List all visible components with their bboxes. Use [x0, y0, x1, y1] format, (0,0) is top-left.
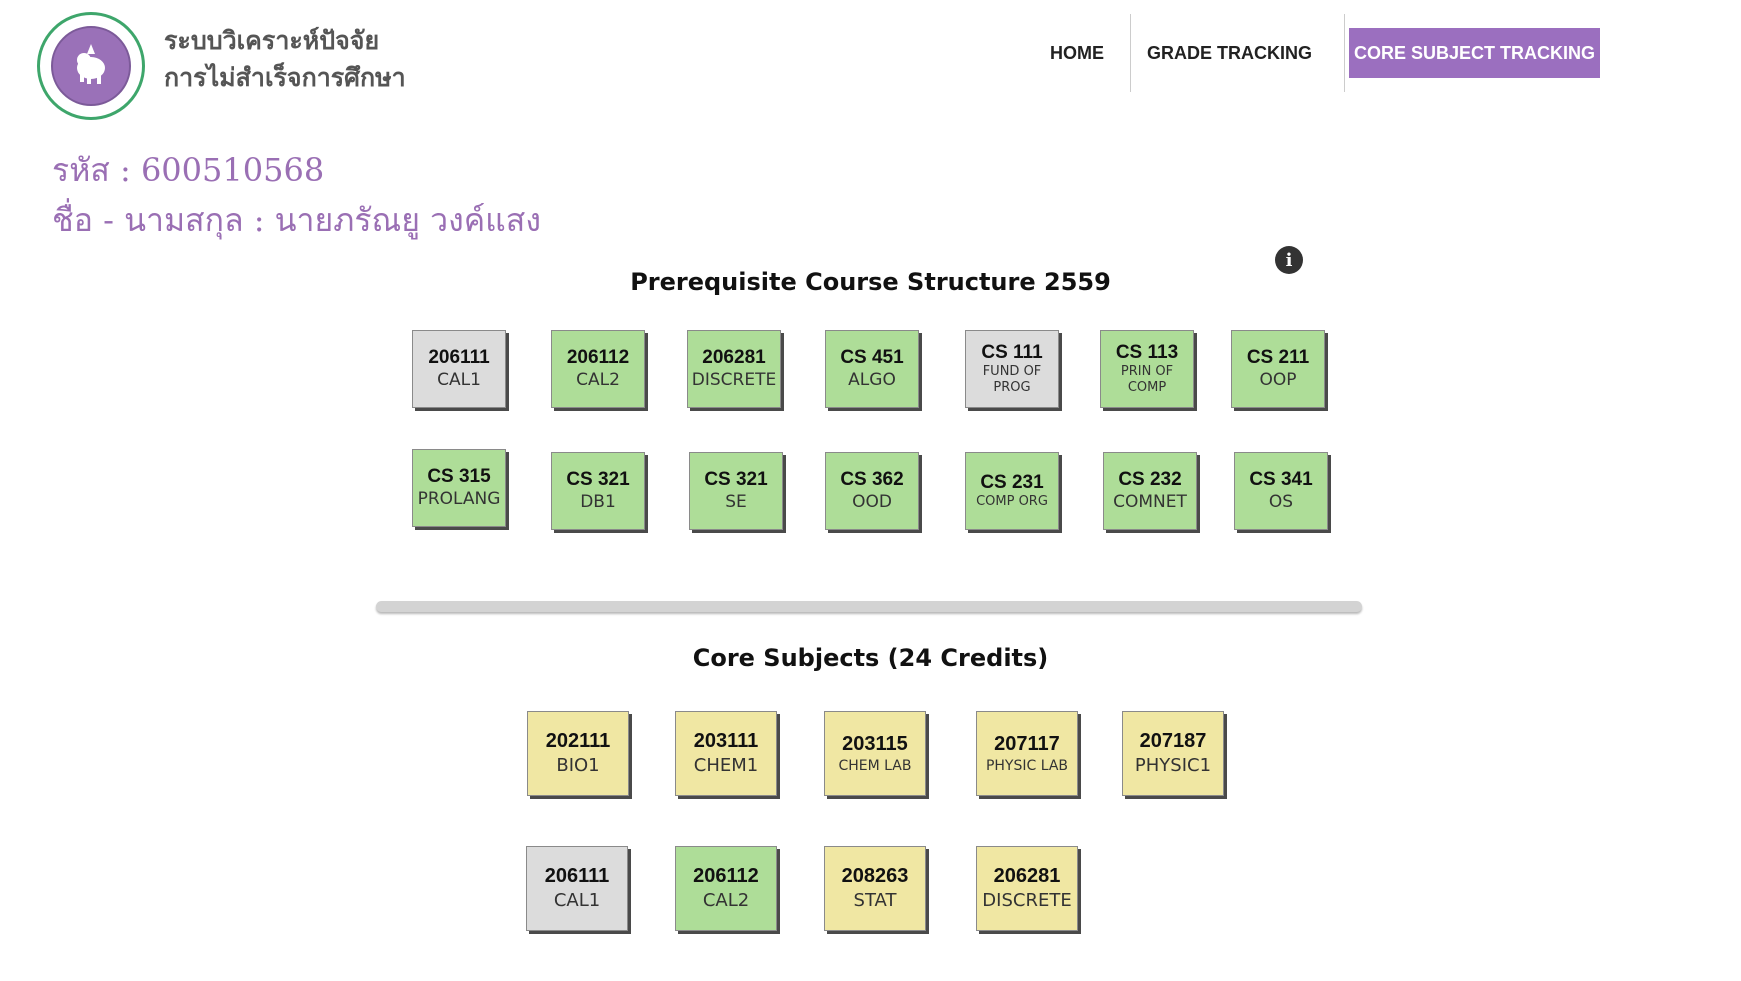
course-code: CS 321: [704, 469, 768, 490]
course-code: 206111: [428, 347, 490, 368]
course-code: 206281: [993, 865, 1061, 887]
course-box-cs321-se[interactable]: CS 321 SE: [689, 452, 783, 530]
prerequisite-title: Prerequisite Course Structure 2559: [630, 268, 1111, 296]
course-name: DB1: [580, 492, 616, 512]
course-code: CS 451: [840, 347, 904, 368]
nav-divider: [1344, 14, 1345, 92]
course-name-line2: COMP: [1127, 380, 1167, 395]
course-name: STAT: [853, 890, 897, 911]
course-code: CS 111: [981, 342, 1043, 363]
course-code: CS 362: [840, 469, 904, 490]
core-box-206111[interactable]: 206111 CAL1: [526, 846, 628, 931]
site-title-line1: ระบบวิเคราะห์ปัจจัย: [164, 26, 380, 55]
course-code: 203115: [842, 733, 908, 755]
course-code: 206111: [544, 865, 610, 887]
course-code: CS 315: [427, 466, 491, 487]
course-box-cs113[interactable]: CS 113 PRIN OF COMP: [1100, 330, 1194, 408]
course-code: 207117: [994, 733, 1060, 755]
course-name: COMP ORG: [976, 494, 1048, 509]
course-box-cs451[interactable]: CS 451 ALGO: [825, 330, 919, 408]
course-code: CS 341: [1249, 469, 1313, 490]
course-box-cs321-db1[interactable]: CS 321 DB1: [551, 452, 645, 530]
course-name-line1: PRIN OF: [1120, 364, 1174, 379]
course-name: SE: [725, 492, 747, 512]
course-name-line1: FUND OF: [982, 364, 1042, 379]
course-box-cs362[interactable]: CS 362 OOD: [825, 452, 919, 530]
course-name: DISCRETE: [691, 370, 777, 390]
course-box-cs111[interactable]: CS 111 FUND OF PROG: [965, 330, 1059, 408]
course-name: PHYSIC LAB: [985, 758, 1069, 774]
course-name: OOD: [852, 492, 892, 512]
nav-home[interactable]: HOME: [1030, 43, 1130, 64]
course-name-line2: PROG: [993, 380, 1031, 395]
nav-grade-tracking[interactable]: GRADE TRACKING: [1131, 43, 1344, 64]
course-code: CS 113: [1115, 342, 1179, 363]
course-name: CAL2: [702, 890, 750, 911]
course-code: 206112: [693, 865, 759, 887]
course-box-206111[interactable]: 206111 CAL1: [412, 330, 506, 408]
course-name: DISCRETE: [982, 890, 1072, 911]
course-name: OOP: [1259, 370, 1297, 390]
course-name: PHYSIC1: [1134, 755, 1212, 776]
site-title: ระบบวิเคราะห์ปัจจัย การไม่สำเร็จการศึกษา: [164, 22, 406, 96]
core-box-207117[interactable]: 207117 PHYSIC LAB: [976, 711, 1078, 796]
core-box-203115[interactable]: 203115 CHEM LAB: [824, 711, 926, 796]
course-code: 208263: [841, 865, 909, 887]
course-box-cs341[interactable]: CS 341 OS: [1234, 452, 1328, 530]
course-code: 206281: [702, 347, 766, 368]
course-box-cs231[interactable]: CS 231 COMP ORG: [965, 452, 1059, 530]
course-name: ALGO: [848, 370, 896, 390]
top-nav: HOME GRADE TRACKING CORE SUBJECT TRACKIN…: [1030, 14, 1600, 92]
student-info: รหัส : 600510568 ชื่อ - นามสกุล : นายภรั…: [52, 145, 541, 245]
course-code: CS 231: [980, 472, 1044, 493]
info-icon[interactable]: i: [1275, 246, 1303, 274]
student-id: รหัส : 600510568: [52, 151, 325, 189]
course-box-206112[interactable]: 206112 CAL2: [551, 330, 645, 408]
core-box-202111[interactable]: 202111 BIO1: [527, 711, 629, 796]
course-name: CAL1: [437, 370, 481, 390]
course-name: BIO1: [556, 755, 600, 776]
course-code: CS 211: [1246, 347, 1310, 368]
core-box-207187[interactable]: 207187 PHYSIC1: [1122, 711, 1224, 796]
course-code: 203111: [693, 730, 759, 752]
core-title: Core Subjects (24 Credits): [692, 644, 1049, 672]
student-name: ชื่อ - นามสกุล : นายภรัณยู วงค์แสง: [52, 201, 541, 239]
course-code: CS 232: [1118, 469, 1182, 490]
course-name: CAL2: [576, 370, 620, 390]
elephant-emblem-icon: [51, 26, 131, 106]
site-title-line2: การไม่สำเร็จการศึกษา: [164, 63, 406, 92]
section-divider: [376, 601, 1362, 612]
course-code: 206112: [566, 347, 630, 368]
nav-core-subject-tracking[interactable]: CORE SUBJECT TRACKING: [1349, 28, 1600, 78]
course-name: CHEM LAB: [838, 758, 912, 774]
course-name: CHEM1: [693, 755, 759, 776]
course-code: 202111: [545, 730, 611, 752]
course-box-cs232[interactable]: CS 232 COMNET: [1103, 452, 1197, 530]
course-name: COMNET: [1113, 492, 1187, 512]
course-name: OS: [1268, 492, 1294, 512]
course-box-cs315[interactable]: CS 315 PROLANG: [412, 449, 506, 527]
core-box-208263[interactable]: 208263 STAT: [824, 846, 926, 931]
core-box-203111[interactable]: 203111 CHEM1: [675, 711, 777, 796]
course-name: CAL1: [553, 890, 601, 911]
course-name: PROLANG: [417, 489, 501, 509]
core-box-206281[interactable]: 206281 DISCRETE: [976, 846, 1078, 931]
core-box-206112[interactable]: 206112 CAL2: [675, 846, 777, 931]
course-box-cs211[interactable]: CS 211 OOP: [1231, 330, 1325, 408]
course-code: CS 321: [566, 469, 630, 490]
course-box-206281[interactable]: 206281 DISCRETE: [687, 330, 781, 408]
course-code: 207187: [1139, 730, 1207, 752]
university-logo: [37, 12, 145, 120]
